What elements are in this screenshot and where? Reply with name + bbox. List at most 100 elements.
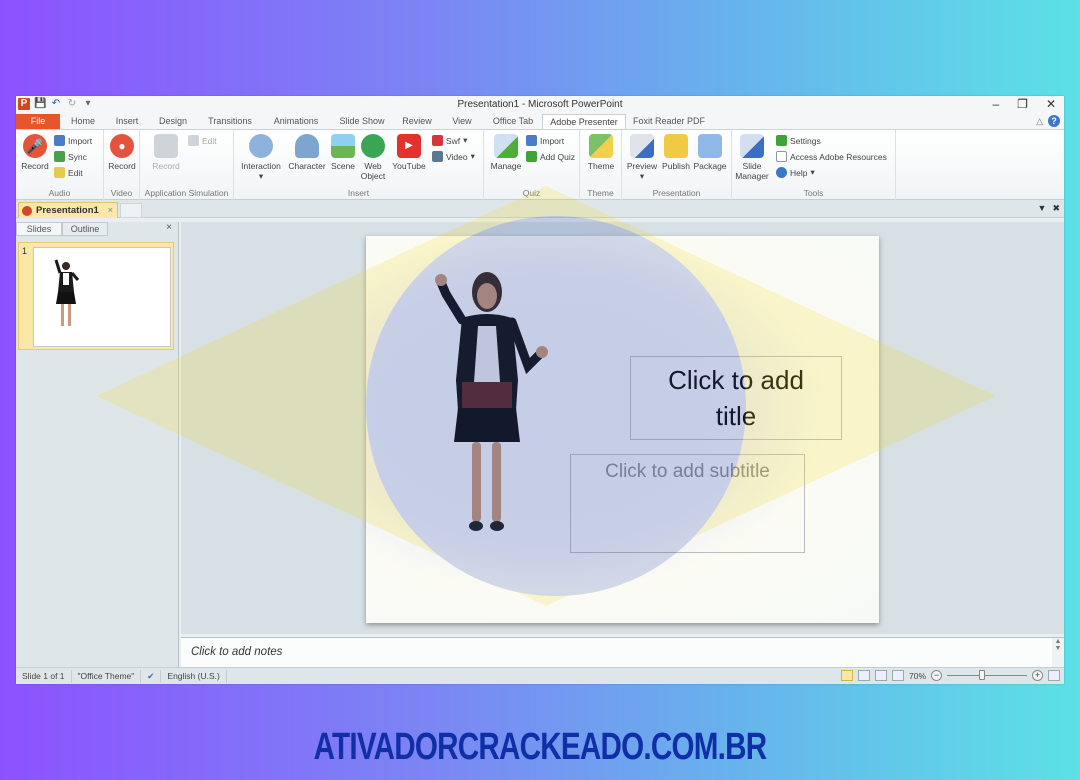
ribbon: 🎤 Record Import Sync Edit Audio ● Record… bbox=[16, 130, 1064, 200]
slide-show-view-button[interactable] bbox=[891, 670, 904, 681]
manage-quiz-button[interactable]: Manage bbox=[486, 134, 526, 171]
title-placeholder[interactable]: Click to add title bbox=[630, 356, 842, 440]
screen-record-icon bbox=[154, 134, 178, 158]
add-quiz-button[interactable]: Add Quiz bbox=[526, 151, 575, 162]
interaction-button[interactable]: Interaction ▾ bbox=[238, 134, 284, 182]
slide-number: 1 bbox=[22, 246, 28, 256]
language-status[interactable]: English (U.S.) bbox=[161, 669, 227, 683]
zoom-level[interactable]: 70% bbox=[909, 671, 926, 681]
person-thumbnail-image bbox=[54, 259, 80, 326]
minimize-ribbon-icon[interactable]: △ bbox=[1036, 116, 1043, 127]
zoom-out-button[interactable]: − bbox=[931, 670, 942, 681]
appsim-record-button[interactable]: Record bbox=[146, 134, 186, 171]
help-circle-icon bbox=[776, 167, 787, 178]
slide-thumbnail-image bbox=[33, 247, 171, 347]
audio-edit-button[interactable]: Edit bbox=[54, 167, 83, 178]
tab-list-dropdown-icon[interactable]: ▼ bbox=[1038, 203, 1047, 214]
slide-sorter-view-button[interactable] bbox=[857, 670, 870, 681]
help-dropdown-button[interactable]: Help ▾ bbox=[776, 167, 815, 178]
tab-review[interactable]: Review bbox=[394, 114, 440, 129]
close-document-icon[interactable]: ✖ bbox=[1052, 203, 1060, 214]
status-bar: Slide 1 of 1 "Office Theme" ✔ English (U… bbox=[16, 667, 1064, 684]
video-record-button[interactable]: ● Record bbox=[102, 134, 142, 171]
tab-file[interactable]: File bbox=[16, 114, 60, 129]
settings-button[interactable]: Settings bbox=[776, 135, 821, 146]
tab-office-tab[interactable]: Office Tab bbox=[484, 114, 542, 129]
import-icon bbox=[54, 135, 65, 146]
close-pane-icon[interactable]: × bbox=[166, 222, 172, 233]
normal-view-button[interactable] bbox=[840, 670, 853, 681]
youtube-button[interactable]: ▶ YouTube bbox=[389, 134, 429, 171]
landscape-icon bbox=[331, 134, 355, 158]
person-icon bbox=[295, 134, 319, 158]
video-insert-button[interactable]: Video ▾ bbox=[432, 151, 475, 162]
zoom-slider[interactable] bbox=[947, 670, 1027, 680]
publish-folder-icon bbox=[664, 134, 688, 158]
website-watermark-text: ATIVADORCRACKEADO.COM.BR bbox=[313, 726, 768, 768]
appsim-edit-button[interactable]: Edit bbox=[188, 135, 217, 146]
plus-icon bbox=[526, 151, 537, 162]
slide-count-status: Slide 1 of 1 bbox=[16, 669, 72, 683]
theme-status[interactable]: "Office Theme" bbox=[72, 669, 142, 683]
swf-icon bbox=[432, 135, 443, 146]
theme-button[interactable]: Theme bbox=[581, 134, 621, 171]
slide-manager-button[interactable]: Slide Manager bbox=[732, 134, 772, 181]
package-button[interactable]: Package bbox=[690, 134, 730, 171]
quiz-manage-icon bbox=[494, 134, 518, 158]
video-camera-icon: ● bbox=[110, 134, 134, 158]
globe-icon bbox=[361, 134, 385, 158]
audio-record-button[interactable]: 🎤 Record bbox=[16, 134, 54, 171]
tab-insert[interactable]: Insert bbox=[106, 114, 148, 129]
restore-button[interactable]: ❐ bbox=[1017, 97, 1028, 111]
zoom-in-button[interactable]: + bbox=[1032, 670, 1043, 681]
edit-icon bbox=[54, 167, 65, 178]
reading-view-button[interactable] bbox=[874, 670, 887, 681]
tab-outline[interactable]: Outline bbox=[62, 222, 108, 236]
tab-foxit-reader-pdf[interactable]: Foxit Reader PDF bbox=[626, 114, 712, 129]
subtitle-placeholder[interactable]: Click to add subtitle bbox=[570, 454, 805, 553]
minimize-button[interactable]: – bbox=[992, 97, 999, 111]
access-adobe-resources-button[interactable]: Access Adobe Resources bbox=[776, 151, 887, 162]
swf-button[interactable]: Swf ▾ bbox=[432, 135, 467, 146]
tab-slides[interactable]: Slides bbox=[16, 222, 62, 236]
import-icon bbox=[526, 135, 537, 146]
audio-sync-button[interactable]: Sync bbox=[54, 151, 87, 162]
group-audio: 🎤 Record Import Sync Edit Audio bbox=[16, 130, 104, 200]
powerpoint-window: P 💾 ↶ ↻ ▾ Presentation1 - Microsoft Powe… bbox=[16, 96, 1064, 684]
tab-adobe-presenter[interactable]: Adobe Presenter bbox=[542, 114, 626, 129]
help-icon[interactable]: ? bbox=[1048, 115, 1060, 127]
hand-pointer-icon bbox=[249, 134, 273, 158]
tab-home[interactable]: Home bbox=[60, 114, 106, 129]
group-insert: Interaction ▾ Character Scene Web Object … bbox=[234, 130, 484, 200]
slide-editing-area: Click to add title Click to add subtitle bbox=[181, 222, 1064, 634]
close-button[interactable]: ✕ bbox=[1046, 97, 1056, 111]
notes-scrollbar[interactable]: ▲ ▼ bbox=[1052, 638, 1064, 668]
slide-manager-icon bbox=[740, 134, 764, 158]
tab-transitions[interactable]: Transitions bbox=[198, 114, 262, 129]
spell-check-icon[interactable]: ✔ bbox=[141, 669, 162, 683]
fit-to-window-button[interactable] bbox=[1048, 670, 1060, 681]
tab-view[interactable]: View bbox=[440, 114, 484, 129]
group-presentation: Preview ▾ Publish Package Presentation bbox=[622, 130, 732, 200]
woman-photo-image[interactable] bbox=[432, 270, 552, 534]
web-object-button[interactable]: Web Object bbox=[354, 134, 392, 181]
document-tabs: Presentation1 × ▼ ✖ bbox=[16, 200, 1064, 218]
audio-import-button[interactable]: Import bbox=[54, 135, 92, 146]
tab-animations[interactable]: Animations bbox=[262, 114, 330, 129]
tab-design[interactable]: Design bbox=[148, 114, 198, 129]
quiz-import-button[interactable]: Import bbox=[526, 135, 564, 146]
window-title: Presentation1 - Microsoft PowerPoint bbox=[457, 99, 623, 110]
theme-icon bbox=[589, 134, 613, 158]
close-tab-icon[interactable]: × bbox=[107, 205, 113, 216]
package-box-icon bbox=[698, 134, 722, 158]
edit-icon bbox=[188, 135, 199, 146]
slide-thumbnail-1[interactable]: 1 bbox=[18, 242, 174, 350]
notes-pane[interactable]: Click to add notes ▲ ▼ bbox=[181, 637, 1064, 668]
new-tab-button[interactable] bbox=[120, 203, 142, 218]
zoom-slider-thumb[interactable] bbox=[979, 670, 985, 680]
notes-placeholder: Click to add notes bbox=[191, 646, 283, 658]
tab-slide-show[interactable]: Slide Show bbox=[330, 114, 394, 129]
slide-canvas[interactable]: Click to add title Click to add subtitle bbox=[366, 236, 879, 623]
document-tab-presentation1[interactable]: Presentation1 × bbox=[18, 202, 118, 218]
group-theme: Theme Theme bbox=[580, 130, 622, 200]
